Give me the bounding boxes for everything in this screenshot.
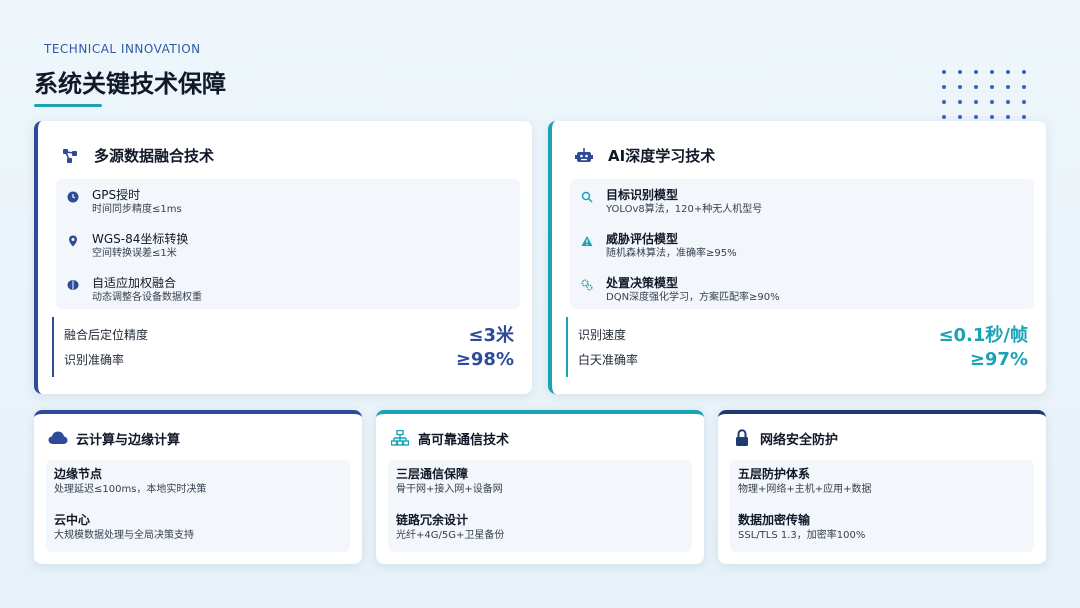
item-title: 边缘节点 xyxy=(54,467,103,481)
page-title: 系统关键技术保障 xyxy=(34,70,226,98)
item-desc: 大规模数据处理与全局决策支持 xyxy=(54,530,194,541)
metric-value: ≥98% xyxy=(455,349,514,370)
robot-icon xyxy=(574,146,594,166)
card-header: AI深度学习技术 xyxy=(574,145,715,166)
feature-title: WGS-84坐标转换 xyxy=(92,232,189,246)
list-item: 目标识别模型 YOLOv8算法，120+种无人机型号 xyxy=(580,187,762,217)
list-item: 云中心 大规模数据处理与全局决策支持 xyxy=(54,512,194,544)
item-title: 五层防护体系 xyxy=(738,467,811,481)
metric-value: ≤3米 xyxy=(468,325,514,346)
item-title: 数据加密传输 xyxy=(738,513,811,527)
feature-desc: 随机森林算法，准确率≥95% xyxy=(606,248,737,259)
title-underline xyxy=(34,104,102,107)
clock-icon xyxy=(66,190,80,204)
item-desc: 光纤+4G/5G+卫星备份 xyxy=(396,530,505,541)
list-item: 自适应加权融合 动态调整各设备数据权重 xyxy=(66,275,202,305)
feature-desc: YOLOv8算法，120+种无人机型号 xyxy=(606,204,763,215)
list-item: 数据加密传输 SSL/TLS 1.3，加密率100% xyxy=(738,512,865,544)
list-item: 威胁评估模型 随机森林算法，准确率≥95% xyxy=(580,231,737,261)
feature-desc: DQN深度强化学习，方案匹配率≥90% xyxy=(606,292,780,303)
feature-list: GPS授时 时间同步精度≤1ms WGS-84坐标转换 空间转换误差≤1米 自适… xyxy=(56,179,520,309)
metrics-panel: 识别速度 ≤0.1秒/帧 白天准确率 ≥97% xyxy=(566,317,1034,377)
metric-label: 融合后定位精度 xyxy=(64,327,149,342)
card-header: 网络安全防护 xyxy=(732,428,838,448)
feature-desc: 空间转换误差≤1米 xyxy=(92,248,177,259)
feature-desc: 时间同步精度≤1ms xyxy=(92,204,182,215)
gears-icon xyxy=(580,278,594,292)
metric-label: 识别准确率 xyxy=(64,353,125,367)
item-list: 五层防护体系 物理+网络+主机+应用+数据 数据加密传输 SSL/TLS 1.3… xyxy=(730,460,1034,552)
feature-title: 威胁评估模型 xyxy=(606,232,679,246)
feature-title: 自适应加权融合 xyxy=(92,276,177,290)
metric-row: 识别速度 ≤0.1秒/帧 xyxy=(578,321,1028,347)
metric-row: 识别准确率 ≥98% xyxy=(64,349,514,370)
data-fusion-card: 多源数据融合技术 GPS授时 时间同步精度≤1ms WGS-84坐标转换 空间转… xyxy=(34,121,532,394)
list-item: 边缘节点 处理延迟≤100ms，本地实时决策 xyxy=(54,466,206,498)
feature-desc: 动态调整各设备数据权重 xyxy=(92,292,202,303)
card-title: 多源数据融合技术 xyxy=(94,147,215,165)
metric-label: 识别速度 xyxy=(578,327,627,342)
item-list: 边缘节点 处理延迟≤100ms，本地实时决策 云中心 大规模数据处理与全局决策支… xyxy=(46,460,350,552)
cloud-icon xyxy=(48,428,68,448)
network-security-card: 网络安全防护 五层防护体系 物理+网络+主机+应用+数据 数据加密传输 SSL/… xyxy=(718,410,1046,564)
list-item: 三层通信保障 骨干网+接入网+设备网 xyxy=(396,466,503,498)
warning-icon xyxy=(580,234,594,248)
list-item: 链路冗余设计 光纤+4G/5G+卫星备份 xyxy=(396,512,504,544)
metric-value: ≥97% xyxy=(969,349,1028,370)
decorative-dot-grid xyxy=(936,64,1032,124)
location-pin-icon xyxy=(66,234,80,248)
feature-title: GPS授时 xyxy=(92,188,141,202)
card-header: 高可靠通信技术 xyxy=(390,428,509,448)
card-title: 云计算与边缘计算 xyxy=(76,432,181,448)
item-list: 三层通信保障 骨干网+接入网+设备网 链路冗余设计 光纤+4G/5G+卫星备份 xyxy=(388,460,692,552)
reliable-communication-card: 高可靠通信技术 三层通信保障 骨干网+接入网+设备网 链路冗余设计 光纤+4G/… xyxy=(376,410,704,564)
item-title: 链路冗余设计 xyxy=(396,513,469,527)
page-subtitle: TECHNICAL INNOVATION xyxy=(44,42,201,56)
metric-label: 白天准确率 xyxy=(578,353,639,367)
feature-title: 目标识别模型 xyxy=(606,188,679,202)
metric-value: ≤0.1秒/帧 xyxy=(938,325,1028,346)
network-nodes-icon xyxy=(60,146,80,166)
card-title: 网络安全防护 xyxy=(760,432,839,448)
network-topology-icon xyxy=(390,428,410,448)
card-title: AI深度学习技术 xyxy=(608,147,716,165)
cloud-edge-computing-card: 云计算与边缘计算 边缘节点 处理延迟≤100ms，本地实时决策 云中心 大规模数… xyxy=(34,410,362,564)
metric-row: 融合后定位精度 ≤3米 xyxy=(64,321,514,347)
item-desc: 骨干网+接入网+设备网 xyxy=(396,484,503,495)
list-item: WGS-84坐标转换 空间转换误差≤1米 xyxy=(66,231,188,261)
search-icon xyxy=(580,190,594,204)
ai-deep-learning-card: AI深度学习技术 目标识别模型 YOLOv8算法，120+种无人机型号 威胁评估… xyxy=(548,121,1046,394)
item-title: 三层通信保障 xyxy=(396,467,469,481)
item-title: 云中心 xyxy=(54,513,91,527)
list-item: 处置决策模型 DQN深度强化学习，方案匹配率≥90% xyxy=(580,275,780,305)
brain-icon xyxy=(66,278,80,292)
feature-title: 处置决策模型 xyxy=(606,276,679,290)
feature-list: 目标识别模型 YOLOv8算法，120+种无人机型号 威胁评估模型 随机森林算法… xyxy=(570,179,1034,309)
item-desc: 物理+网络+主机+应用+数据 xyxy=(738,484,872,495)
item-desc: SSL/TLS 1.3，加密率100% xyxy=(738,530,866,541)
list-item: 五层防护体系 物理+网络+主机+应用+数据 xyxy=(738,466,872,498)
card-header: 云计算与边缘计算 xyxy=(48,428,180,448)
card-title: 高可靠通信技术 xyxy=(418,432,510,448)
item-desc: 处理延迟≤100ms，本地实时决策 xyxy=(54,484,207,495)
card-header: 多源数据融合技术 xyxy=(60,145,214,166)
metrics-panel: 融合后定位精度 ≤3米 识别准确率 ≥98% xyxy=(52,317,520,377)
lock-icon xyxy=(732,428,752,448)
metric-row: 白天准确率 ≥97% xyxy=(578,349,1028,370)
list-item: GPS授时 时间同步精度≤1ms xyxy=(66,187,182,217)
